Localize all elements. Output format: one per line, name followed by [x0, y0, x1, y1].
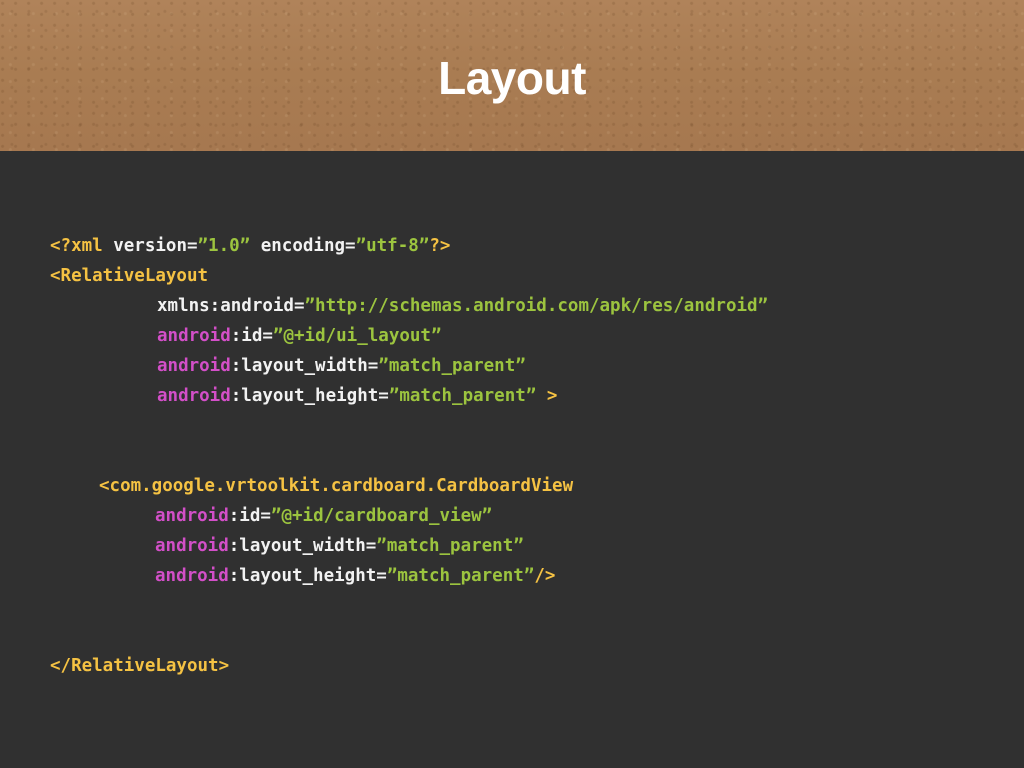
code-token: ”match_parent”	[388, 386, 537, 406]
code-token: :layout_width=	[228, 536, 377, 556]
code-token: android	[157, 386, 231, 406]
code-line-relativelayout-open: <RelativeLayout	[50, 264, 208, 288]
code-line-xml-declaration: <?xml version=”1.0” encoding=”utf-8”?>	[50, 234, 450, 258]
code-token: ”match_parent”	[378, 356, 526, 376]
code-token: <?xml	[50, 236, 103, 256]
code-token: ”@+id/ui_layout”	[272, 326, 442, 346]
code-token: :layout_width=	[230, 356, 379, 376]
code-line-relativelayout-close: </RelativeLayout>	[50, 654, 229, 678]
code-token: >	[536, 386, 558, 406]
code-token: android	[155, 566, 229, 586]
code-token: <RelativeLayout	[50, 266, 209, 286]
code-line-cardboard-height: android:layout_height=”match_parent”/>	[155, 564, 555, 588]
code-line-xmlns: xmlns:android=”http://schemas.android.co…	[157, 294, 768, 318]
code-token: android	[157, 356, 231, 376]
code-token: xmlns:android=	[157, 296, 305, 316]
code-token: :layout_height=	[228, 566, 387, 586]
code-token: ”http://schemas.android.com/apk/res/andr…	[304, 296, 769, 316]
code-token: ”@+id/cardboard_view”	[270, 506, 493, 526]
code-line-cardboard-id: android:id=”@+id/cardboard_view”	[155, 504, 492, 528]
code-line-layout-id: android:id=”@+id/ui_layout”	[157, 324, 442, 348]
code-token: ”match_parent”	[376, 536, 524, 556]
code-block: <?xml version=”1.0” encoding=”utf-8”?> <…	[0, 0, 1024, 768]
code-token: ”match_parent”	[386, 566, 535, 586]
code-token: encoding=	[250, 236, 356, 256]
code-token: android	[155, 506, 229, 526]
code-token: ?>	[429, 236, 451, 256]
code-token: android	[155, 536, 229, 556]
code-line-layout-width: android:layout_width=”match_parent”	[157, 354, 526, 378]
code-token: :id=	[230, 326, 273, 346]
code-line-layout-height: android:layout_height=”match_parent” >	[157, 384, 557, 408]
code-token: />	[534, 566, 556, 586]
code-token: </RelativeLayout>	[50, 656, 230, 676]
code-line-cardboardview-open: <com.google.vrtoolkit.cardboard.Cardboar…	[99, 474, 573, 498]
code-token: <com.google.vrtoolkit.cardboard.Cardboar…	[99, 476, 574, 496]
code-token: ”1.0”	[197, 236, 251, 256]
code-token: :layout_height=	[230, 386, 389, 406]
code-token: version=	[102, 236, 198, 256]
code-token: android	[157, 326, 231, 346]
code-token: ”utf-8”	[355, 236, 430, 256]
code-token: :id=	[228, 506, 271, 526]
code-line-cardboard-width: android:layout_width=”match_parent”	[155, 534, 524, 558]
